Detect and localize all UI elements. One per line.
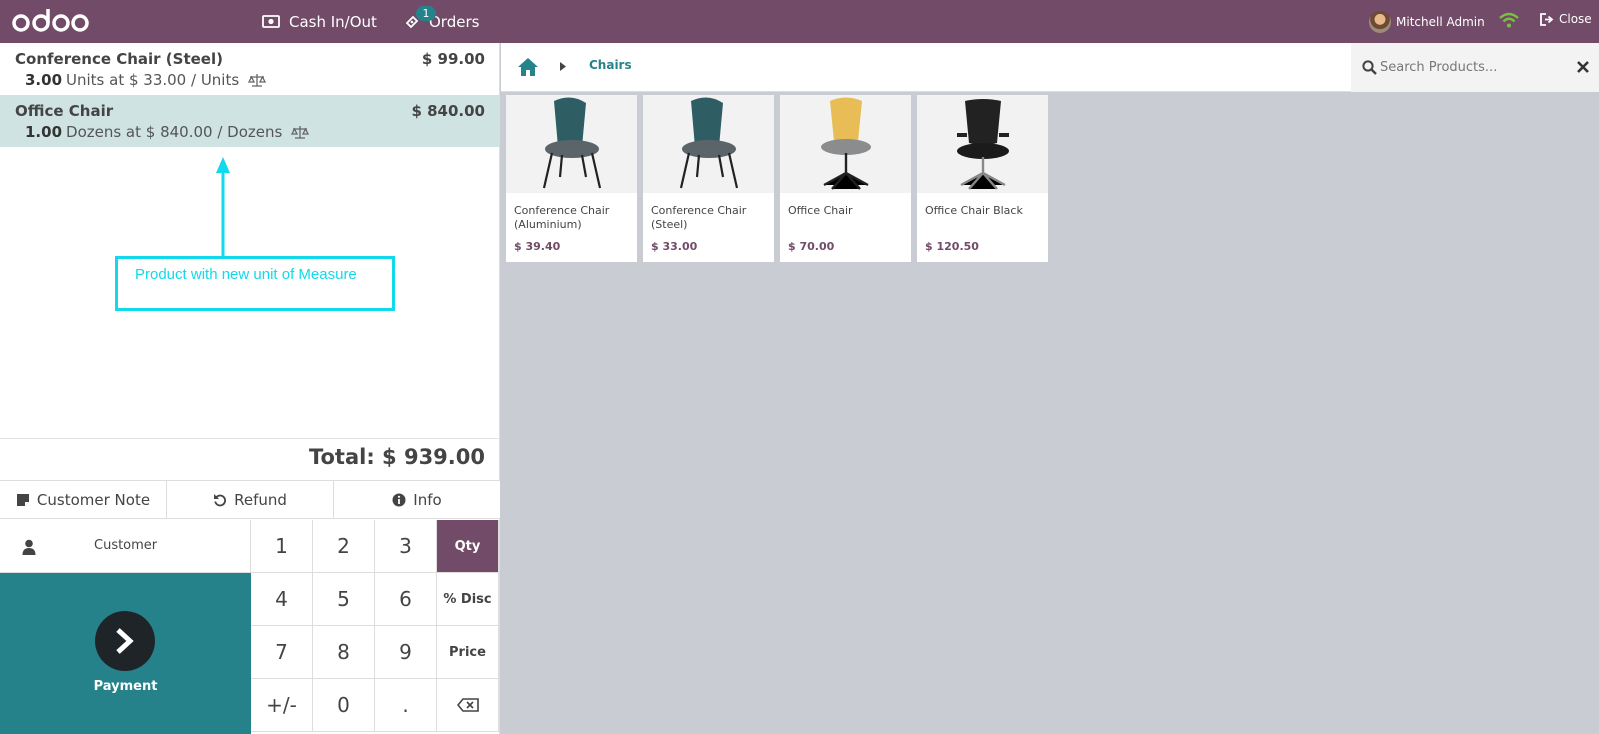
wifi-icon[interactable] bbox=[1498, 12, 1520, 28]
search-box bbox=[1351, 43, 1599, 92]
info-icon bbox=[392, 493, 406, 506]
search-icon bbox=[1362, 60, 1377, 75]
top-bar: Cash In/Out 1 Orders Mitchell Admin Clos… bbox=[0, 0, 1599, 43]
payment-circle bbox=[95, 611, 155, 671]
annotation-text: Product with new unit of Measure bbox=[135, 266, 357, 283]
odoo-logo bbox=[12, 9, 89, 32]
sign-out-icon bbox=[1540, 12, 1554, 26]
numpad-key-6[interactable]: 6 bbox=[375, 573, 437, 626]
payment-label: Payment bbox=[93, 679, 158, 694]
user-menu[interactable]: Mitchell Admin bbox=[1369, 0, 1485, 43]
product-price: $ 70.00 bbox=[788, 240, 835, 253]
refund-button[interactable]: Refund bbox=[167, 481, 334, 518]
avatar bbox=[1369, 10, 1391, 33]
chair-image bbox=[542, 97, 602, 189]
numpad-mode-price[interactable]: Price bbox=[437, 626, 499, 679]
product-screen: Chairs Conference Chair (Aluminium) $ 39… bbox=[501, 43, 1599, 734]
product-image bbox=[643, 95, 774, 193]
numpad-key-8[interactable]: 8 bbox=[313, 626, 375, 679]
note-icon bbox=[16, 493, 29, 506]
chair-image bbox=[957, 99, 1009, 190]
numpad-mode-discount[interactable]: % Disc bbox=[437, 573, 499, 626]
breadcrumb-category[interactable]: Chairs bbox=[589, 58, 632, 72]
numpad-key-3[interactable]: 3 bbox=[375, 520, 437, 573]
chevron-right-icon bbox=[116, 628, 134, 654]
product-price: $ 39.40 bbox=[514, 240, 561, 253]
info-label: Info bbox=[413, 490, 442, 509]
numpad-key-9[interactable]: 9 bbox=[375, 626, 437, 679]
user-icon bbox=[22, 539, 36, 555]
product-search-bar: Chairs bbox=[501, 43, 1599, 92]
product-card[interactable]: Conference Chair (Steel) $ 33.00 bbox=[643, 95, 774, 262]
numpad-key-0[interactable]: 0 bbox=[313, 679, 375, 732]
product-name: Office Chair bbox=[788, 204, 853, 217]
numpad-key-plus-minus[interactable]: +/- bbox=[251, 679, 313, 732]
annotation-arrow bbox=[216, 157, 230, 258]
user-name: Mitchell Admin bbox=[1396, 14, 1485, 29]
product-card[interactable]: Office Chair $ 70.00 bbox=[780, 95, 911, 262]
numpad-key-7[interactable]: 7 bbox=[251, 626, 313, 679]
orders-count-badge: 1 bbox=[416, 6, 436, 21]
product-image bbox=[506, 95, 637, 193]
orders-label: Orders bbox=[429, 12, 480, 31]
search-input[interactable] bbox=[1380, 55, 1560, 79]
numpad-mode-qty[interactable]: Qty bbox=[437, 520, 499, 573]
product-name: Conference Chair (Steel) bbox=[651, 204, 747, 231]
order-total: Total: $ 939.00 bbox=[0, 438, 500, 475]
home-icon[interactable] bbox=[517, 57, 539, 77]
cash-in-out-label: Cash In/Out bbox=[289, 12, 377, 31]
product-image bbox=[917, 95, 1048, 193]
product-card[interactable]: Conference Chair (Aluminium) $ 39.40 bbox=[506, 95, 637, 262]
numpad-key-decimal[interactable]: . bbox=[375, 679, 437, 732]
numpad-key-1[interactable]: 1 bbox=[251, 520, 313, 573]
product-card[interactable]: Office Chair Black $ 120.50 bbox=[917, 95, 1048, 262]
close-icon[interactable] bbox=[1577, 61, 1589, 73]
refund-label: Refund bbox=[234, 490, 287, 509]
money-icon bbox=[262, 15, 280, 28]
numpad-key-4[interactable]: 4 bbox=[251, 573, 313, 626]
close-button[interactable]: Close bbox=[1540, 0, 1592, 38]
orders-button[interactable]: 1 Orders bbox=[404, 0, 479, 43]
backspace-icon bbox=[456, 698, 479, 712]
product-price: $ 120.50 bbox=[925, 240, 979, 253]
close-label: Close bbox=[1559, 12, 1592, 26]
payment-button[interactable]: Payment bbox=[0, 573, 251, 734]
info-button[interactable]: Info bbox=[334, 481, 500, 518]
customer-note-button[interactable]: Customer Note bbox=[0, 481, 167, 518]
cash-in-out-button[interactable]: Cash In/Out bbox=[262, 0, 377, 43]
annotation-box: Product with new unit of Measure bbox=[115, 256, 395, 311]
chair-image bbox=[821, 97, 871, 190]
chair-image bbox=[679, 97, 739, 189]
control-buttons: Customer Note Refund Info bbox=[0, 480, 500, 519]
backspace-button[interactable] bbox=[437, 679, 499, 732]
customer-button[interactable]: Customer bbox=[0, 520, 251, 573]
customer-note-label: Customer Note bbox=[36, 490, 151, 509]
product-name: Office Chair Black bbox=[925, 204, 1023, 217]
order-panel: Conference Chair (Steel) $ 99.00 3.00 Un… bbox=[0, 43, 500, 734]
undo-icon bbox=[214, 493, 227, 506]
numpad-key-5[interactable]: 5 bbox=[313, 573, 375, 626]
customer-label: Customer bbox=[94, 538, 158, 553]
caret-right-icon bbox=[560, 62, 566, 71]
product-name: Conference Chair (Aluminium) bbox=[514, 204, 610, 231]
product-image bbox=[780, 95, 911, 193]
numpad-key-2[interactable]: 2 bbox=[313, 520, 375, 573]
product-price: $ 33.00 bbox=[651, 240, 698, 253]
